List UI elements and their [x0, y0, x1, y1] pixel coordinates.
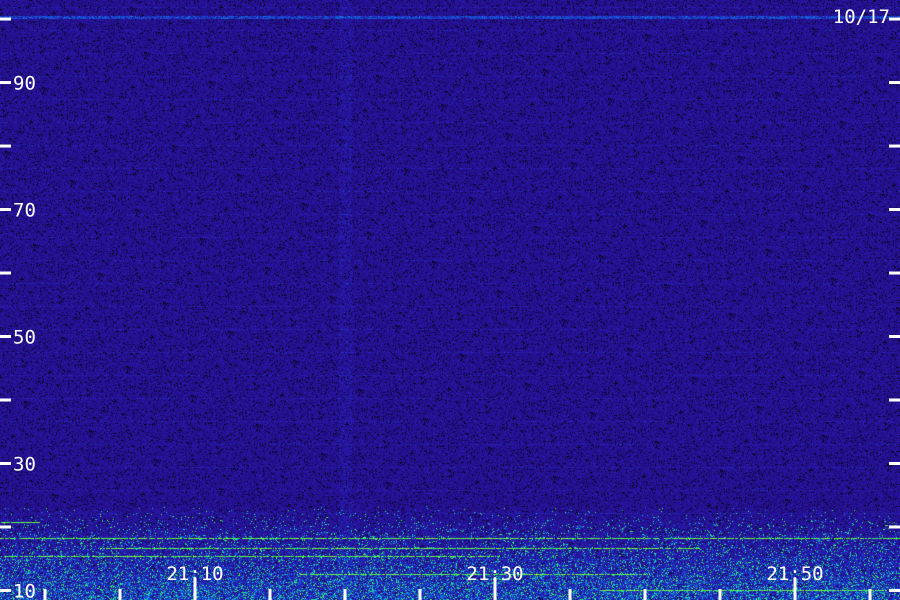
y-tick-label: 50: [13, 327, 36, 349]
y-tick-label: 70: [13, 200, 36, 222]
chart-overlay: 90 70 50 30 10 21:10 21:30 21:50 10/17: [0, 6, 900, 600]
x-axis: 21:10 21:30 21:50: [43, 563, 872, 600]
x-tick-label: 21:30: [466, 563, 523, 585]
y-axis: 90 70 50 30 10: [0, 17, 900, 600]
y-tick-label: 30: [13, 453, 36, 475]
date-label: 10/17: [833, 6, 890, 28]
y-tick-label: 90: [13, 73, 36, 95]
x-tick-label: 21:50: [766, 563, 823, 585]
y-tick-label: 10: [13, 580, 36, 600]
x-tick-label: 21:10: [166, 563, 223, 585]
spectrogram-chart: 90 70 50 30 10 21:10 21:30 21:50 10/17: [0, 0, 900, 600]
